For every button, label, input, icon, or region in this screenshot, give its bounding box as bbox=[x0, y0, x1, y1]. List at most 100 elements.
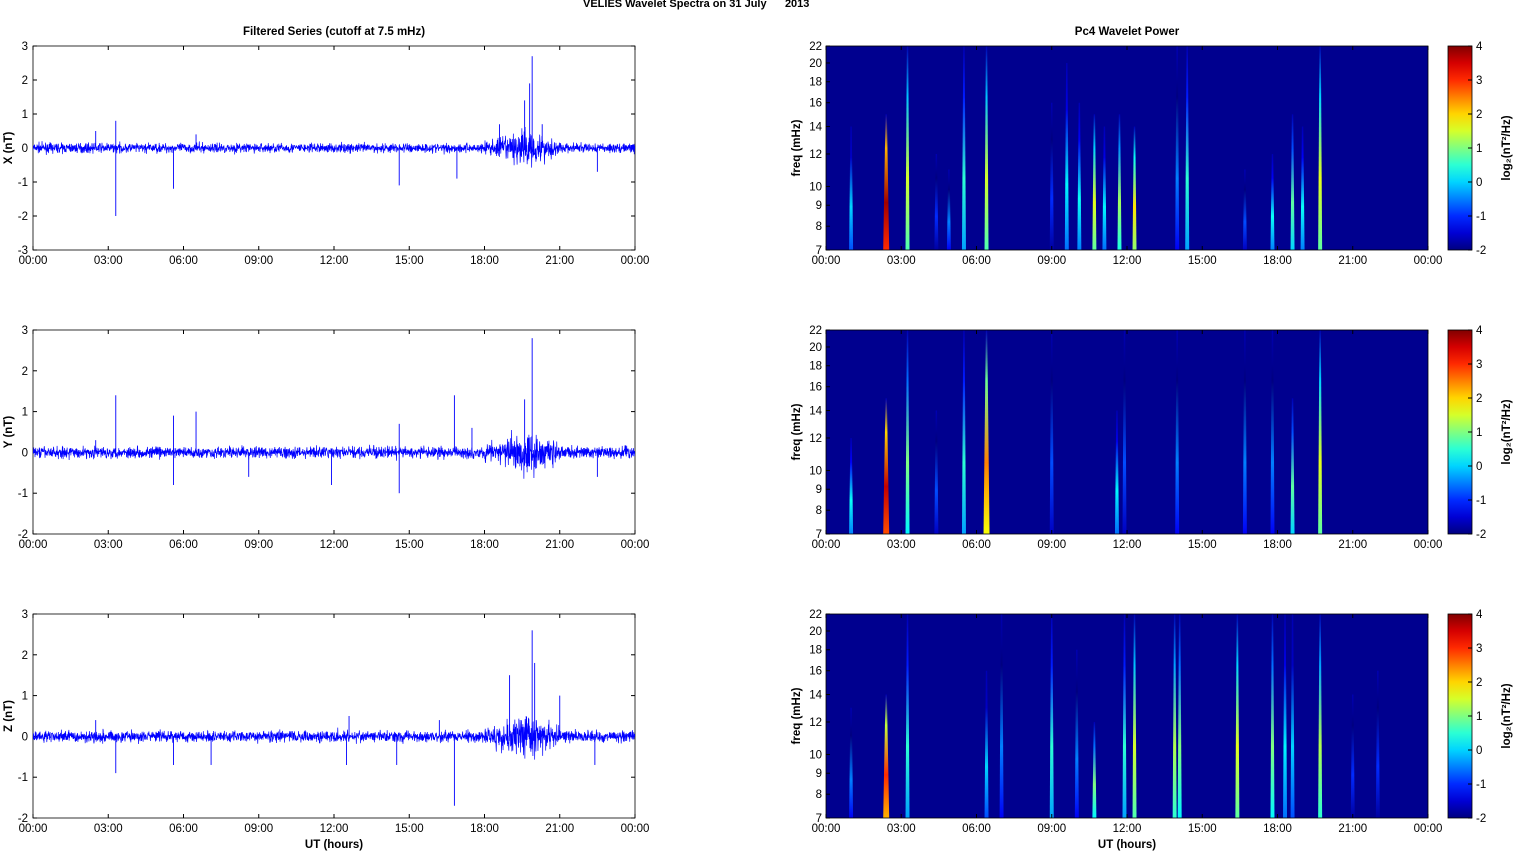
x-tick-label: 18:00 bbox=[470, 823, 499, 835]
y-tick-label: 2 bbox=[22, 650, 28, 662]
freq-tick-label: 18 bbox=[809, 645, 822, 657]
x-tick-label: 09:00 bbox=[244, 823, 273, 835]
x-tick-label: 18:00 bbox=[1263, 255, 1292, 267]
x-tick-label: 00:00 bbox=[19, 539, 48, 551]
colorbar-tick-label: 3 bbox=[1476, 643, 1482, 655]
colorbar-label: log₂(nT²/Hz) bbox=[1501, 115, 1513, 180]
colorbar-tick-label: 0 bbox=[1476, 745, 1482, 757]
colorbar-tick-label: 1 bbox=[1476, 427, 1482, 439]
x-tick-label: 21:00 bbox=[1338, 255, 1367, 267]
freq-tick-label: 20 bbox=[809, 342, 822, 354]
colorbar-tick-label: 2 bbox=[1476, 677, 1482, 689]
y-tick-label: 3 bbox=[22, 325, 28, 337]
colorbar-tick-label: 4 bbox=[1476, 41, 1483, 53]
x-tick-label: 00:00 bbox=[1414, 255, 1443, 267]
x-tick-label: 21:00 bbox=[545, 255, 574, 267]
x-tick-label: 15:00 bbox=[1188, 255, 1217, 267]
freq-tick-label: 12 bbox=[809, 149, 822, 161]
y-tick-label: 0 bbox=[22, 143, 28, 155]
freq-tick-label: 20 bbox=[809, 626, 822, 638]
x-tick-label: 21:00 bbox=[545, 823, 574, 835]
x-tick-label: 00:00 bbox=[812, 255, 841, 267]
freq-tick-label: 14 bbox=[809, 690, 822, 702]
freq-axis-label: freq (mHz) bbox=[791, 687, 803, 744]
x-tick-label: 15:00 bbox=[1188, 539, 1217, 551]
right-column-title: Pc4 Wavelet Power bbox=[1075, 26, 1180, 38]
y-tick-label: 2 bbox=[22, 366, 28, 378]
x-tick-label: 15:00 bbox=[395, 823, 424, 835]
y-tick-label: -2 bbox=[18, 211, 28, 223]
colorbar-tick-label: -2 bbox=[1476, 245, 1486, 257]
colorbar-tick-label: -2 bbox=[1476, 813, 1486, 825]
x-tick-label: 21:00 bbox=[1338, 539, 1367, 551]
x-tick-label: 06:00 bbox=[962, 823, 991, 835]
freq-tick-label: 12 bbox=[809, 433, 822, 445]
freq-tick-label: 10 bbox=[809, 465, 822, 477]
x-tick-label: 06:00 bbox=[169, 823, 198, 835]
figure: Filtered Series (cutoff at 7.5 mHz) Pc4 W… bbox=[3, 26, 1513, 851]
colorbar-tick-label: 4 bbox=[1476, 609, 1483, 621]
x-tick-label: 15:00 bbox=[395, 255, 424, 267]
freq-tick-label: 9 bbox=[816, 484, 822, 496]
y-tick-label: 2 bbox=[22, 75, 28, 87]
x-tick-label: 15:00 bbox=[1188, 823, 1217, 835]
freq-tick-label: 18 bbox=[809, 361, 822, 373]
wavelet-power-panel-0: 78910121416182022freq (mHz) bbox=[791, 41, 1429, 257]
spectrogram-background bbox=[826, 46, 1428, 250]
colorbar-tick-label: 2 bbox=[1476, 109, 1482, 121]
axes-frame bbox=[32, 613, 636, 819]
time-series-panel-0: -3-2-10123X (nT) bbox=[3, 41, 636, 257]
freq-axis-label: freq (mHz) bbox=[791, 403, 803, 460]
axes-frame bbox=[32, 329, 636, 535]
freq-tick-label: 22 bbox=[809, 609, 822, 621]
freq-tick-label: 8 bbox=[816, 505, 822, 517]
freq-tick-label: 16 bbox=[809, 98, 822, 110]
x-tick-label: 00:00 bbox=[19, 823, 48, 835]
x-tick-label: 09:00 bbox=[1037, 823, 1066, 835]
x-tick-label: 12:00 bbox=[1113, 539, 1142, 551]
x-tick-label: 03:00 bbox=[887, 255, 916, 267]
x-axis-label-left: UT (hours) bbox=[305, 839, 363, 851]
x-tick-label: 00:00 bbox=[812, 823, 841, 835]
colorbar-tick-label: -2 bbox=[1476, 529, 1486, 541]
x-tick-label: 00:00 bbox=[621, 255, 650, 267]
x-tick-label: 06:00 bbox=[169, 255, 198, 267]
freq-tick-label: 8 bbox=[816, 221, 822, 233]
freq-tick-label: 22 bbox=[809, 41, 822, 53]
freq-axis-label: freq (mHz) bbox=[791, 119, 803, 176]
colorbar-tick-label: 3 bbox=[1476, 75, 1482, 87]
freq-tick-label: 18 bbox=[809, 77, 822, 89]
freq-tick-label: 10 bbox=[809, 749, 822, 761]
colorbar-tick-label: 0 bbox=[1476, 177, 1482, 189]
x-tick-label: 18:00 bbox=[470, 539, 499, 551]
x-tick-label: 06:00 bbox=[169, 539, 198, 551]
x-tick-label: 09:00 bbox=[244, 539, 273, 551]
x-tick-label: 12:00 bbox=[320, 255, 349, 267]
colorbar-2: -2 -1 0 1 2 3 4 log₂(nT²/Hz) bbox=[1447, 609, 1513, 825]
x-tick-label: 18:00 bbox=[470, 255, 499, 267]
wavelet-power-panel-1: 78910121416182022freq (mHz) bbox=[791, 325, 1429, 541]
time-series-panel-2: -2-10123Z (nT) bbox=[3, 609, 636, 825]
x-tick-label: 21:00 bbox=[545, 539, 574, 551]
freq-tick-label: 10 bbox=[809, 181, 822, 193]
x-tick-label: 00:00 bbox=[19, 255, 48, 267]
freq-tick-label: 16 bbox=[809, 382, 822, 394]
x-tick-label: 00:00 bbox=[812, 539, 841, 551]
y-axis-label: X (nT) bbox=[3, 132, 15, 165]
x-tick-label: 00:00 bbox=[621, 823, 650, 835]
y-tick-label: 0 bbox=[22, 731, 28, 743]
colorbar-0: -2 -1 0 1 2 3 4 log₂(nT²/Hz) bbox=[1447, 41, 1513, 257]
x-tick-label: 03:00 bbox=[887, 539, 916, 551]
x-tick-label: 00:00 bbox=[621, 539, 650, 551]
freq-tick-label: 9 bbox=[816, 200, 822, 212]
x-tick-label: 00:00 bbox=[1414, 539, 1443, 551]
x-tick-label: 03:00 bbox=[94, 539, 123, 551]
x-tick-label: 12:00 bbox=[1113, 823, 1142, 835]
y-tick-label: 1 bbox=[22, 691, 28, 703]
spectrogram-background bbox=[826, 330, 1428, 534]
x-tick-label: 18:00 bbox=[1263, 823, 1292, 835]
freq-tick-label: 22 bbox=[809, 325, 822, 337]
time-series-panel-1: -2-10123Y (nT) bbox=[3, 325, 636, 541]
y-tick-label: 0 bbox=[22, 447, 28, 459]
freq-tick-label: 12 bbox=[809, 717, 822, 729]
